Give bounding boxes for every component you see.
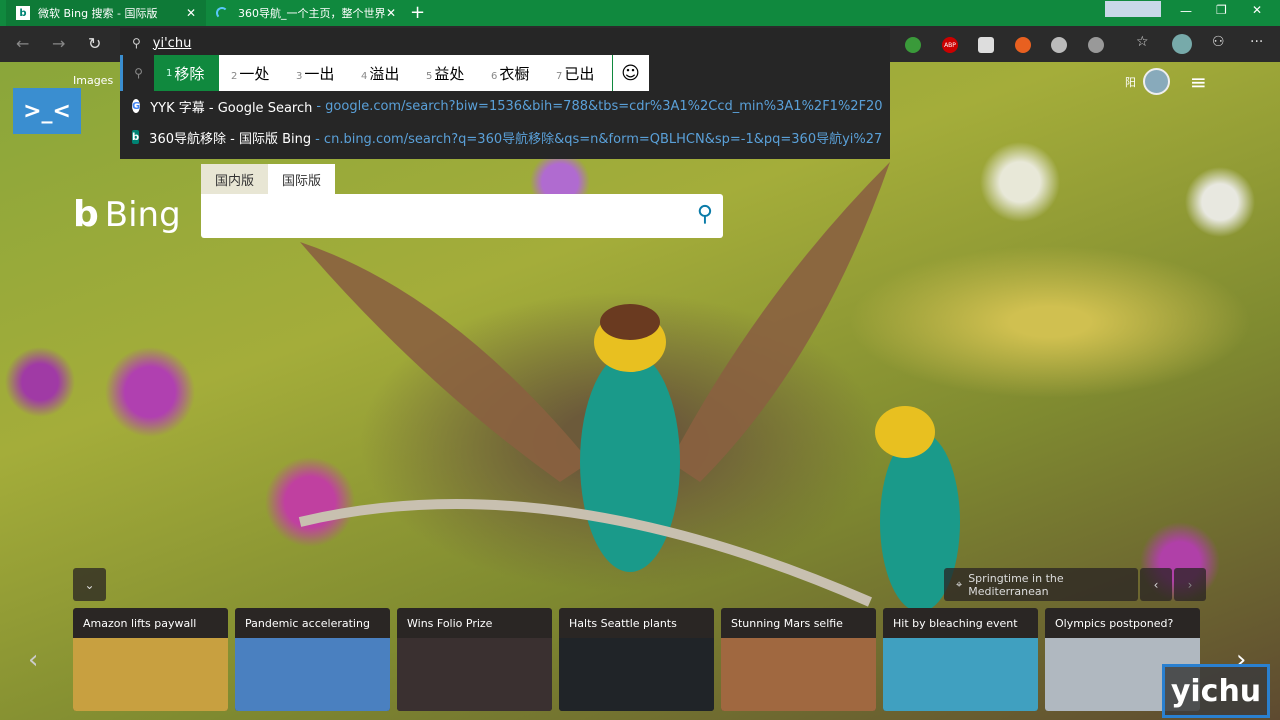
- previous-image-button[interactable]: ‹: [1140, 568, 1172, 601]
- film-extension-icon[interactable]: [1051, 37, 1067, 53]
- news-image: [721, 638, 876, 711]
- ime-candidate[interactable]: 4 溢出: [349, 63, 414, 84]
- adblock-plus-icon[interactable]: ABP: [942, 37, 958, 53]
- google-icon: G: [132, 99, 141, 113]
- watermark: yichu: [1162, 664, 1270, 718]
- minimize-button[interactable]: —: [1180, 4, 1192, 18]
- back-button[interactable]: ←: [16, 34, 29, 53]
- ime-candidate[interactable]: 7 已出: [544, 63, 609, 84]
- news-title: Amazon lifts paywall: [83, 617, 197, 630]
- news-title: Hit by bleaching event: [893, 617, 1018, 630]
- collapse-button[interactable]: ⌄: [73, 568, 106, 601]
- news-image: [73, 638, 228, 711]
- news-title: Olympics postponed?: [1055, 617, 1174, 630]
- news-prev-arrow[interactable]: ‹: [28, 645, 38, 675]
- ime-candidate-bar: 1 移除 2 一处 3 一出 4 溢出 5 益处 6 衣橱 7 已出: [154, 55, 649, 91]
- share-icon[interactable]: ⚇: [1212, 34, 1225, 50]
- next-image-button[interactable]: ›: [1174, 568, 1206, 601]
- window-extra-buttons[interactable]: [1105, 1, 1161, 17]
- app-icon[interactable]: >_<: [13, 88, 81, 134]
- ime-candidate[interactable]: 1 移除: [154, 55, 219, 91]
- location-pin-icon: ⌖: [956, 577, 963, 591]
- news-title: Stunning Mars selfie: [731, 617, 843, 630]
- close-tab-icon[interactable]: ✕: [386, 6, 396, 20]
- bing-icon: b: [16, 6, 30, 20]
- news-card[interactable]: Wins Folio Prize: [397, 608, 552, 711]
- loading-icon: [216, 7, 228, 19]
- tab-international[interactable]: 国际版: [268, 164, 336, 194]
- search-icon: ⚲: [120, 55, 154, 91]
- maximize-button[interactable]: ❐: [1216, 3, 1227, 17]
- bing-logo: b Bing: [73, 194, 181, 235]
- tab-bar: b 微软 Bing 搜索 - 国际版 ✕ 360导航_一个主页，整个世界 ✕ +…: [0, 0, 1280, 26]
- address-dropdown: ⚲ 1 移除 2 一处 3 一出 4 溢出 5 益处 6 衣橱 7 已出 ☺ G YYK 字幕 - Goo…: [120, 55, 890, 159]
- ime-candidate[interactable]: 2 一处: [219, 63, 284, 84]
- globe-extension-icon[interactable]: [1088, 37, 1104, 53]
- user-avatar[interactable]: [1143, 68, 1170, 95]
- suggestion-item[interactable]: G YYK 字幕 - Google Search - google.com/se…: [132, 96, 882, 116]
- profile-avatar[interactable]: [1172, 34, 1192, 54]
- ime-candidate[interactable]: 3 一出: [284, 63, 349, 84]
- ime-candidate[interactable]: 6 衣橱: [479, 63, 544, 84]
- news-image: [235, 638, 390, 711]
- search-icon: ⚲: [132, 36, 141, 50]
- search-icon[interactable]: ⚲: [697, 202, 713, 227]
- news-image: [883, 638, 1038, 711]
- bing-icon: b: [132, 130, 140, 144]
- emoji-button[interactable]: ☺: [612, 55, 648, 91]
- user-name[interactable]: 阳: [1125, 74, 1136, 90]
- address-input[interactable]: yi'chu: [153, 36, 192, 51]
- tab-title: 微软 Bing 搜索 - 国际版: [38, 7, 158, 20]
- news-card[interactable]: Amazon lifts paywall: [73, 608, 228, 711]
- tab-bing[interactable]: b 微软 Bing 搜索 - 国际版 ✕: [6, 0, 206, 26]
- news-title: Pandemic accelerating: [245, 617, 370, 630]
- tab-360[interactable]: 360导航_一个主页，整个世界 ✕: [206, 0, 406, 26]
- close-tab-icon[interactable]: ✕: [186, 6, 196, 20]
- images-link[interactable]: Images: [73, 74, 113, 87]
- location-info[interactable]: ⌖ Springtime in the Mediterranean: [944, 568, 1138, 601]
- menu-icon[interactable]: ≡: [1190, 70, 1207, 94]
- suggestion-url: - cn.bing.com/search?q=360导航移除&qs=n&form…: [315, 131, 882, 147]
- new-tab-button[interactable]: +: [410, 2, 425, 23]
- suggestion-title: 360导航移除 - 国际版 Bing: [149, 131, 312, 147]
- fire-extension-icon[interactable]: [1015, 37, 1031, 53]
- suggestion-title: YYK 字幕 - Google Search: [150, 100, 313, 116]
- news-title: Halts Seattle plants: [569, 617, 677, 630]
- news-card[interactable]: Pandemic accelerating: [235, 608, 390, 711]
- refresh-button[interactable]: ↻: [88, 34, 101, 53]
- region-tabs: 国内版 国际版: [201, 164, 336, 194]
- extension-icon[interactable]: [978, 37, 994, 53]
- suggestion-url: - google.com/search?biw=1536&bih=788&tbs…: [316, 98, 882, 114]
- news-card[interactable]: Stunning Mars selfie: [721, 608, 876, 711]
- news-image: [559, 638, 714, 711]
- address-bar[interactable]: ⚲ yi'chu: [120, 28, 890, 58]
- close-window-button[interactable]: ✕: [1252, 3, 1262, 17]
- suggestion-item[interactable]: b 360导航移除 - 国际版 Bing - cn.bing.com/searc…: [132, 127, 882, 147]
- news-title: Wins Folio Prize: [407, 617, 493, 630]
- idm-extension-icon[interactable]: [905, 37, 921, 53]
- news-card[interactable]: Halts Seattle plants: [559, 608, 714, 711]
- tab-title: 360导航_一个主页，整个世界: [238, 7, 386, 20]
- ime-candidate[interactable]: 5 益处: [414, 63, 479, 84]
- favorites-icon[interactable]: ☆: [1136, 34, 1149, 50]
- forward-button[interactable]: →: [52, 34, 65, 53]
- tab-domestic[interactable]: 国内版: [201, 164, 269, 194]
- news-card[interactable]: Hit by bleaching event: [883, 608, 1038, 711]
- bing-search-input[interactable]: ⚲: [201, 194, 723, 238]
- news-image: [397, 638, 552, 711]
- more-icon[interactable]: ···: [1250, 34, 1263, 50]
